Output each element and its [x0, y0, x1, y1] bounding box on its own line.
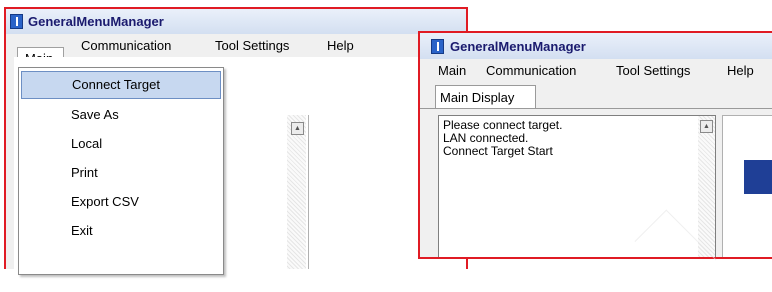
tab-main-display[interactable]: Main Display — [435, 85, 536, 108]
scroll-up-arrow-icon[interactable]: ▲ — [291, 122, 304, 135]
window-title: GeneralMenuManager — [450, 39, 586, 54]
log-line: LAN connected. — [443, 131, 529, 145]
panel-divider — [308, 115, 309, 269]
status-panel — [722, 115, 772, 259]
menu-main[interactable]: Main — [438, 63, 466, 78]
title-bar: GeneralMenuManager — [420, 33, 772, 59]
menu-help[interactable]: Help — [727, 63, 754, 78]
menu-item-connect-target[interactable]: Connect Target — [21, 71, 221, 99]
app-icon — [10, 14, 23, 29]
menu-bar: Main Communication Tool Settings Help — [420, 59, 772, 83]
window-title: GeneralMenuManager — [28, 14, 164, 29]
panel-accent-line — [723, 258, 772, 259]
tab-strip: Main Display — [420, 83, 772, 109]
menu-tool-settings[interactable]: Tool Settings — [616, 63, 690, 78]
menu-communication[interactable]: Communication — [81, 38, 171, 53]
app-icon — [431, 39, 444, 54]
main-window-right: GeneralMenuManager Main Communication To… — [418, 31, 772, 259]
status-indicator — [744, 160, 772, 194]
scroll-up-arrow-icon[interactable]: ▲ — [700, 120, 713, 133]
menu-item-print[interactable]: Print — [19, 159, 223, 187]
log-line: Connect Target Start — [443, 144, 553, 158]
menu-tool-settings[interactable]: Tool Settings — [215, 38, 289, 53]
main-display-panel: Please connect target. LAN connected. Co… — [420, 109, 772, 257]
menu-item-save-as[interactable]: Save As — [19, 101, 223, 129]
title-bar: GeneralMenuManager — [6, 9, 466, 34]
vertical-scrollbar[interactable] — [287, 115, 306, 269]
menu-help[interactable]: Help — [327, 38, 354, 53]
menu-item-exit[interactable]: Exit — [19, 217, 223, 245]
menu-communication[interactable]: Communication — [486, 63, 576, 78]
main-dropdown-menu: Connect Target Save As Local Print Expor… — [18, 67, 224, 275]
menu-item-local[interactable]: Local — [19, 130, 223, 158]
log-line: Please connect target. — [443, 118, 563, 132]
menu-item-export-csv[interactable]: Export CSV — [19, 188, 223, 216]
vertical-scrollbar[interactable] — [698, 116, 715, 257]
menu-bar: Communication Tool Settings Help — [6, 34, 466, 57]
